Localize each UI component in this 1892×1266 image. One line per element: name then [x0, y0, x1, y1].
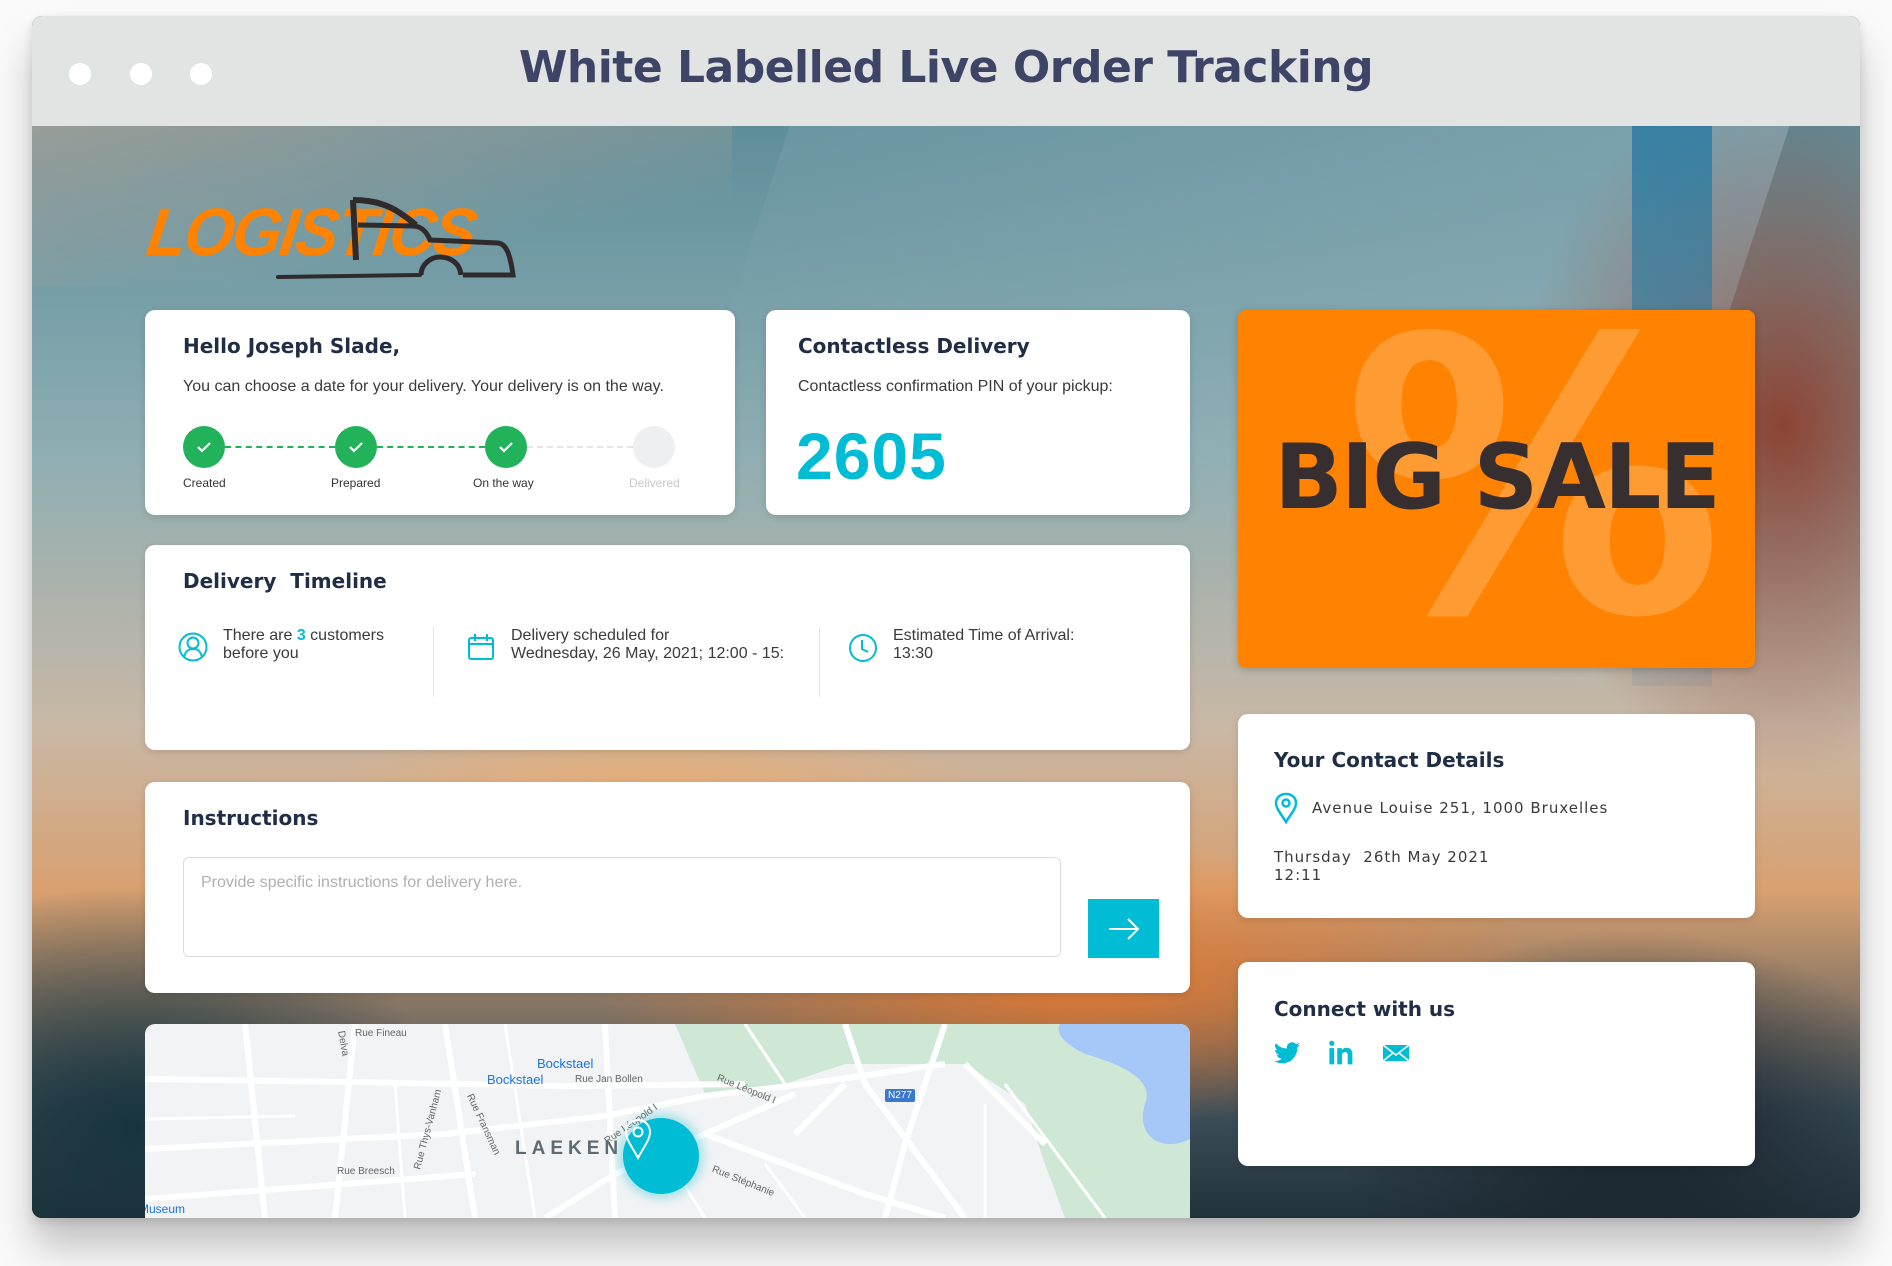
email-icon [1382, 1044, 1410, 1062]
timeline-title: Delivery Timeline [183, 569, 387, 593]
truck-logo-icon [276, 197, 516, 279]
step-prepared: Prepared [331, 426, 425, 490]
email-link[interactable] [1382, 1043, 1410, 1068]
eta-text: Estimated Time of Arrival: 13:30 [893, 627, 1075, 662]
submit-instructions-button[interactable] [1088, 899, 1159, 958]
user-icon [178, 632, 208, 662]
queue-info: There are 3 customers before you [177, 627, 384, 697]
check-icon [485, 426, 527, 468]
instructions-title: Instructions [183, 806, 319, 830]
instructions-input[interactable] [183, 857, 1061, 957]
greeting-card: Hello Joseph Slade, You can choose a dat… [145, 310, 735, 515]
queue-text: There are 3 customers before you [223, 627, 384, 662]
clock-icon [849, 634, 877, 662]
connect-card: Connect with us [1238, 962, 1755, 1166]
divider [433, 627, 434, 697]
pending-circle-icon [633, 426, 675, 468]
contactless-delivery-card: Contactless Delivery Contactless confirm… [766, 310, 1190, 515]
step-created: Created [183, 426, 273, 490]
eta-info: Estimated Time of Arrival: 13:30 [847, 627, 1074, 697]
map-label: Museum [145, 1202, 186, 1216]
instructions-card: Instructions [145, 782, 1190, 993]
greeting-description: You can choose a date for your delivery.… [183, 378, 664, 395]
map-label: Bockstael [487, 1072, 544, 1087]
delivery-map[interactable]: Rue Fineau Bockstael Bockstael Rue Jan B… [145, 1024, 1190, 1218]
pickup-pin: 2605 [796, 419, 947, 493]
logo[interactable]: LOGISTICS [143, 194, 518, 280]
step-label: On the way [473, 476, 534, 490]
road-badge: N277 [885, 1089, 915, 1102]
step-label: Prepared [331, 476, 381, 490]
schedule-text: Delivery scheduled for Wednesday, 26 May… [511, 627, 785, 662]
map-area-label: LAEKEN [515, 1138, 624, 1159]
contact-title: Your Contact Details [1274, 748, 1505, 772]
location-pin-icon [624, 1118, 652, 1160]
contactless-description: Contactless confirmation PIN of your pic… [798, 378, 1113, 395]
check-icon [183, 426, 225, 468]
step-delivered: Delivered [629, 426, 723, 490]
schedule-info: Delivery scheduled for Wednesday, 26 May… [465, 627, 784, 697]
calendar-icon [468, 634, 494, 660]
title-bar: White Labelled Live Order Tracking [32, 16, 1860, 126]
step-on-the-way: On the way [473, 426, 575, 490]
delivery-timeline-card: Delivery Timeline There are 3 customers … [145, 545, 1190, 750]
order-progress-stepper: Created Prepared On the way Delivered [183, 426, 683, 506]
twitter-link[interactable] [1274, 1042, 1300, 1069]
contact-details-card: Your Contact Details Avenue Louise 251, … [1238, 714, 1755, 918]
promo-text: BIG SALE [1274, 425, 1721, 530]
map-label: Rue Breesch [337, 1166, 395, 1177]
contactless-title: Contactless Delivery [798, 334, 1030, 358]
linkedin-link[interactable] [1328, 1040, 1354, 1071]
map-label: Rue Fineau [355, 1028, 407, 1039]
twitter-icon [1274, 1042, 1300, 1064]
step-label: Created [183, 476, 226, 490]
window-title: White Labelled Live Order Tracking [518, 42, 1374, 93]
linkedin-icon [1329, 1040, 1353, 1065]
divider [819, 627, 820, 697]
address-text: Avenue Louise 251, 1000 Bruxelles [1312, 799, 1609, 817]
delivery-location-marker[interactable] [623, 1118, 699, 1194]
location-pin-icon [1274, 792, 1298, 824]
connect-title: Connect with us [1274, 997, 1456, 1021]
promo-banner[interactable]: % BIG SALE [1238, 310, 1755, 668]
step-label: Delivered [629, 476, 680, 490]
queue-count: 3 [296, 627, 306, 644]
map-label: Bockstael [537, 1056, 594, 1071]
check-icon [335, 426, 377, 468]
map-label: Rue Jan Bollen [575, 1074, 643, 1085]
social-links [1274, 1040, 1438, 1071]
arrow-right-icon [1108, 917, 1139, 940]
address-row: Avenue Louise 251, 1000 Bruxelles [1274, 792, 1608, 824]
contact-datetime: Thursday 26th May 2021 12:11 [1274, 848, 1490, 884]
greeting-title: Hello Joseph Slade, [183, 334, 401, 358]
